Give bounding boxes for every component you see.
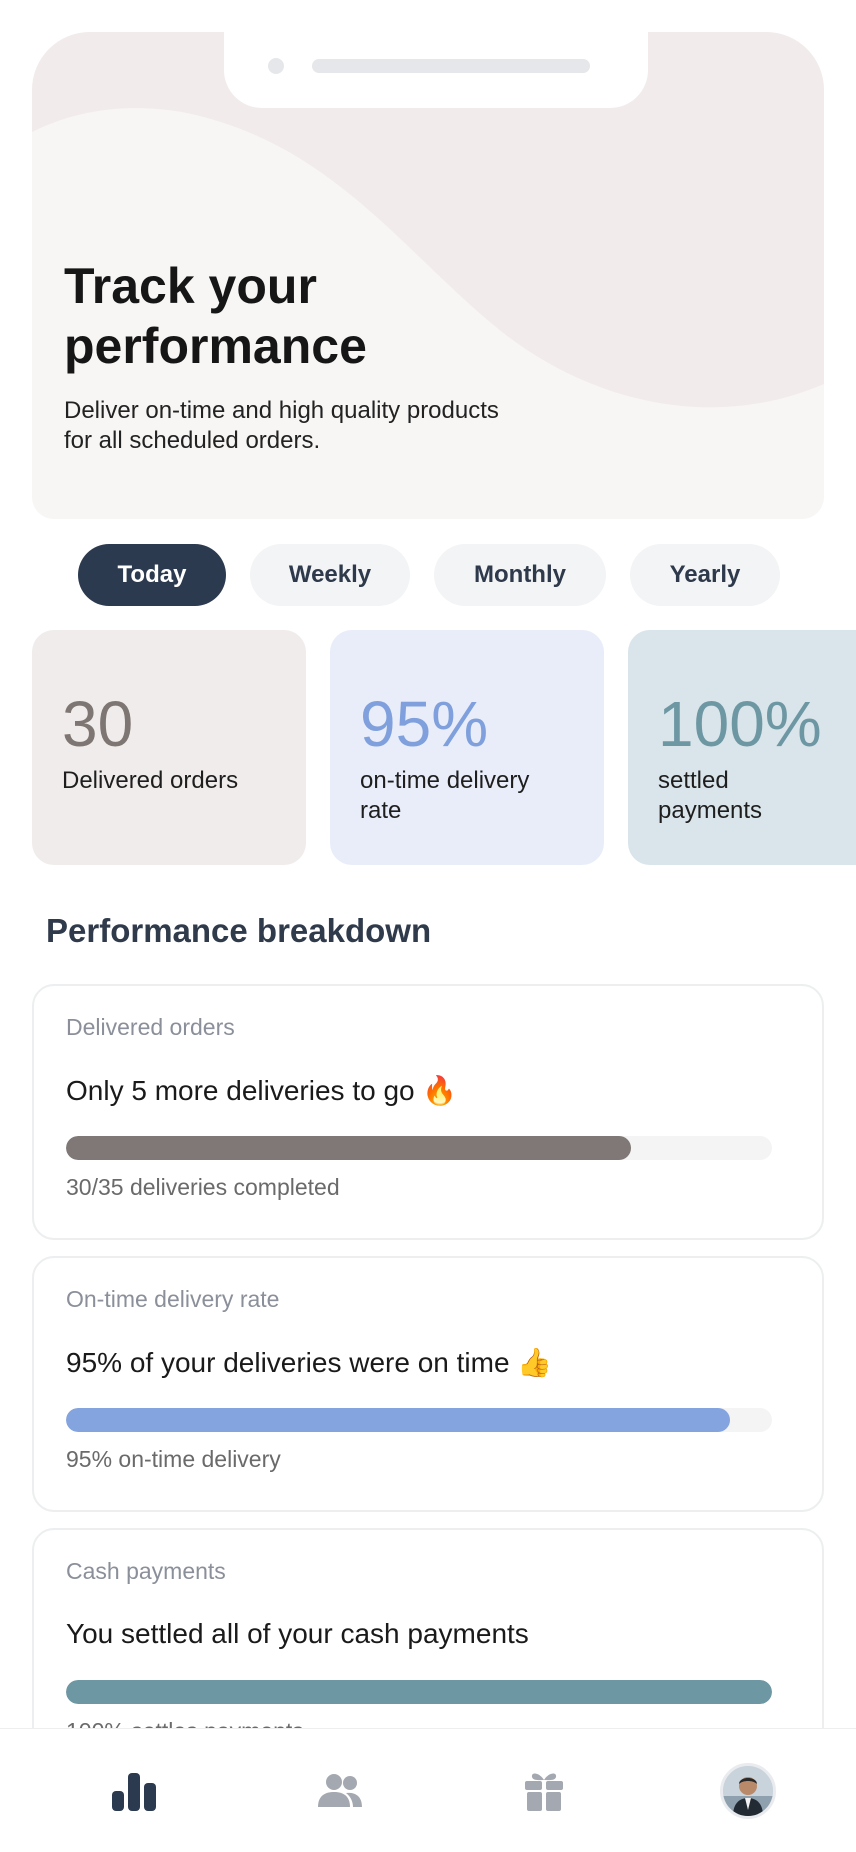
tab-today[interactable]: Today <box>78 544 226 606</box>
progress-track <box>66 1136 772 1160</box>
tab-yearly[interactable]: Yearly <box>630 544 780 606</box>
bottom-navigation <box>0 1728 856 1852</box>
progress-track <box>66 1680 772 1704</box>
stat-value: 30 <box>62 688 134 760</box>
breakdown-card-heading: On-time delivery rate <box>66 1286 280 1312</box>
notch-speaker <box>312 59 590 73</box>
progress-track <box>66 1408 772 1432</box>
hero-title-line-1: Track your <box>64 258 317 314</box>
hero-subtitle-line-1: Deliver on-time and high quality product… <box>64 397 499 424</box>
nav-rewards-button[interactable] <box>484 1729 604 1852</box>
stat-label: on-time delivery rate <box>360 767 530 824</box>
hero-subtitle-line-2: for all scheduled orders. <box>64 427 321 454</box>
notch-camera <box>268 58 284 74</box>
tab-monthly[interactable]: Monthly <box>434 544 606 606</box>
device-notch <box>224 32 648 108</box>
nav-profile-button[interactable] <box>688 1729 808 1852</box>
progress-fill <box>66 1680 772 1704</box>
breakdown-card-message: You settled all of your cash payments <box>66 1618 529 1649</box>
stats-icon <box>112 1773 156 1811</box>
team-icon <box>318 1774 362 1807</box>
hero-title-line-2: performance <box>64 318 367 374</box>
hero-banner: Track your performance Deliver on-time a… <box>32 32 824 519</box>
stat-card-on-time-rate[interactable]: 95% on-time delivery rate <box>330 630 604 865</box>
stat-card-settled-payments[interactable]: 100% settled payments <box>628 630 856 865</box>
stat-value: 100% <box>658 688 822 760</box>
nav-team-button[interactable] <box>280 1729 400 1852</box>
breakdown-card-footer: 30/35 deliveries completed <box>66 1174 340 1200</box>
gift-icon <box>525 1773 563 1811</box>
nav-stats-button[interactable] <box>74 1729 194 1852</box>
breakdown-card-heading: Cash payments <box>66 1558 226 1584</box>
section-title: Performance breakdown <box>46 912 432 949</box>
progress-fill <box>66 1408 730 1432</box>
breakdown-card-heading: Delivered orders <box>66 1014 235 1040</box>
profile-avatar <box>720 1763 776 1819</box>
stat-value: 95% <box>360 688 489 760</box>
stat-label: settled payments <box>658 767 763 824</box>
breakdown-card-delivered-orders[interactable]: Delivered orders Only 5 more deliveries … <box>32 984 824 1240</box>
avatar-image <box>723 1766 773 1816</box>
stat-label: Delivered orders <box>62 767 239 794</box>
breakdown-card-footer: 95% on-time delivery <box>66 1446 281 1472</box>
stat-card-delivered-orders[interactable]: 30 Delivered orders <box>32 630 306 865</box>
progress-fill <box>66 1136 631 1160</box>
breakdown-card-message: Only 5 more deliveries to go 🔥 <box>66 1075 458 1106</box>
hero-title: Track your performance <box>64 256 564 376</box>
breakdown-card-on-time-rate[interactable]: On-time delivery rate 95% of your delive… <box>32 1256 824 1512</box>
tab-weekly[interactable]: Weekly <box>250 544 410 606</box>
breakdown-card-message: 95% of your deliveries were on time 👍 <box>66 1347 553 1378</box>
hero-subtitle: Deliver on-time and high quality product… <box>64 396 584 456</box>
